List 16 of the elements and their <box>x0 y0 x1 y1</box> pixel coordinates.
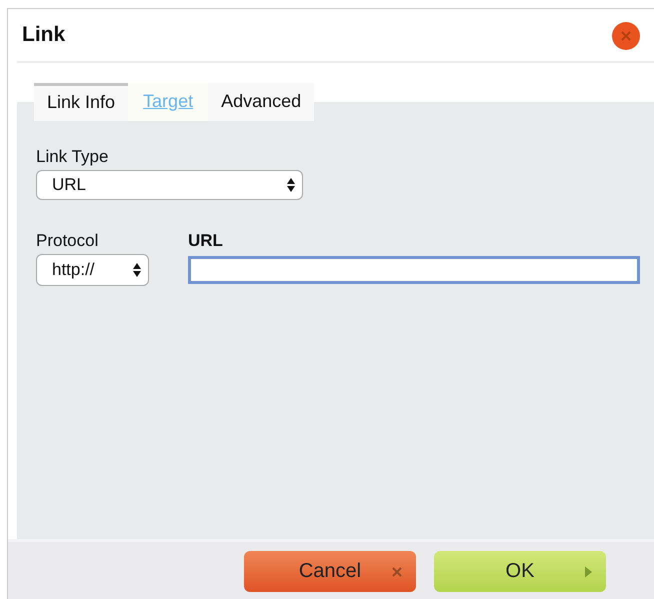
dialog-title: Link <box>22 23 66 47</box>
url-field[interactable] <box>188 256 640 284</box>
link-type-select[interactable]: URL <box>36 170 303 200</box>
field-label: Protocol <box>36 231 100 251</box>
protocol-select[interactable]: http:// <box>36 254 149 286</box>
close-icon[interactable] <box>611 21 641 51</box>
ok-button[interactable]: OK <box>434 551 606 592</box>
updown-icon <box>133 263 141 277</box>
play-icon <box>585 566 592 577</box>
updown-icon <box>287 178 295 192</box>
field-label: Link Type <box>36 147 110 167</box>
cancel-button[interactable]: Cancel <box>244 551 416 592</box>
tab[interactable]: Link Info <box>34 83 128 121</box>
tab[interactable]: Advanced <box>208 83 314 121</box>
field-label: URL <box>188 231 224 251</box>
close-icon <box>392 566 402 576</box>
